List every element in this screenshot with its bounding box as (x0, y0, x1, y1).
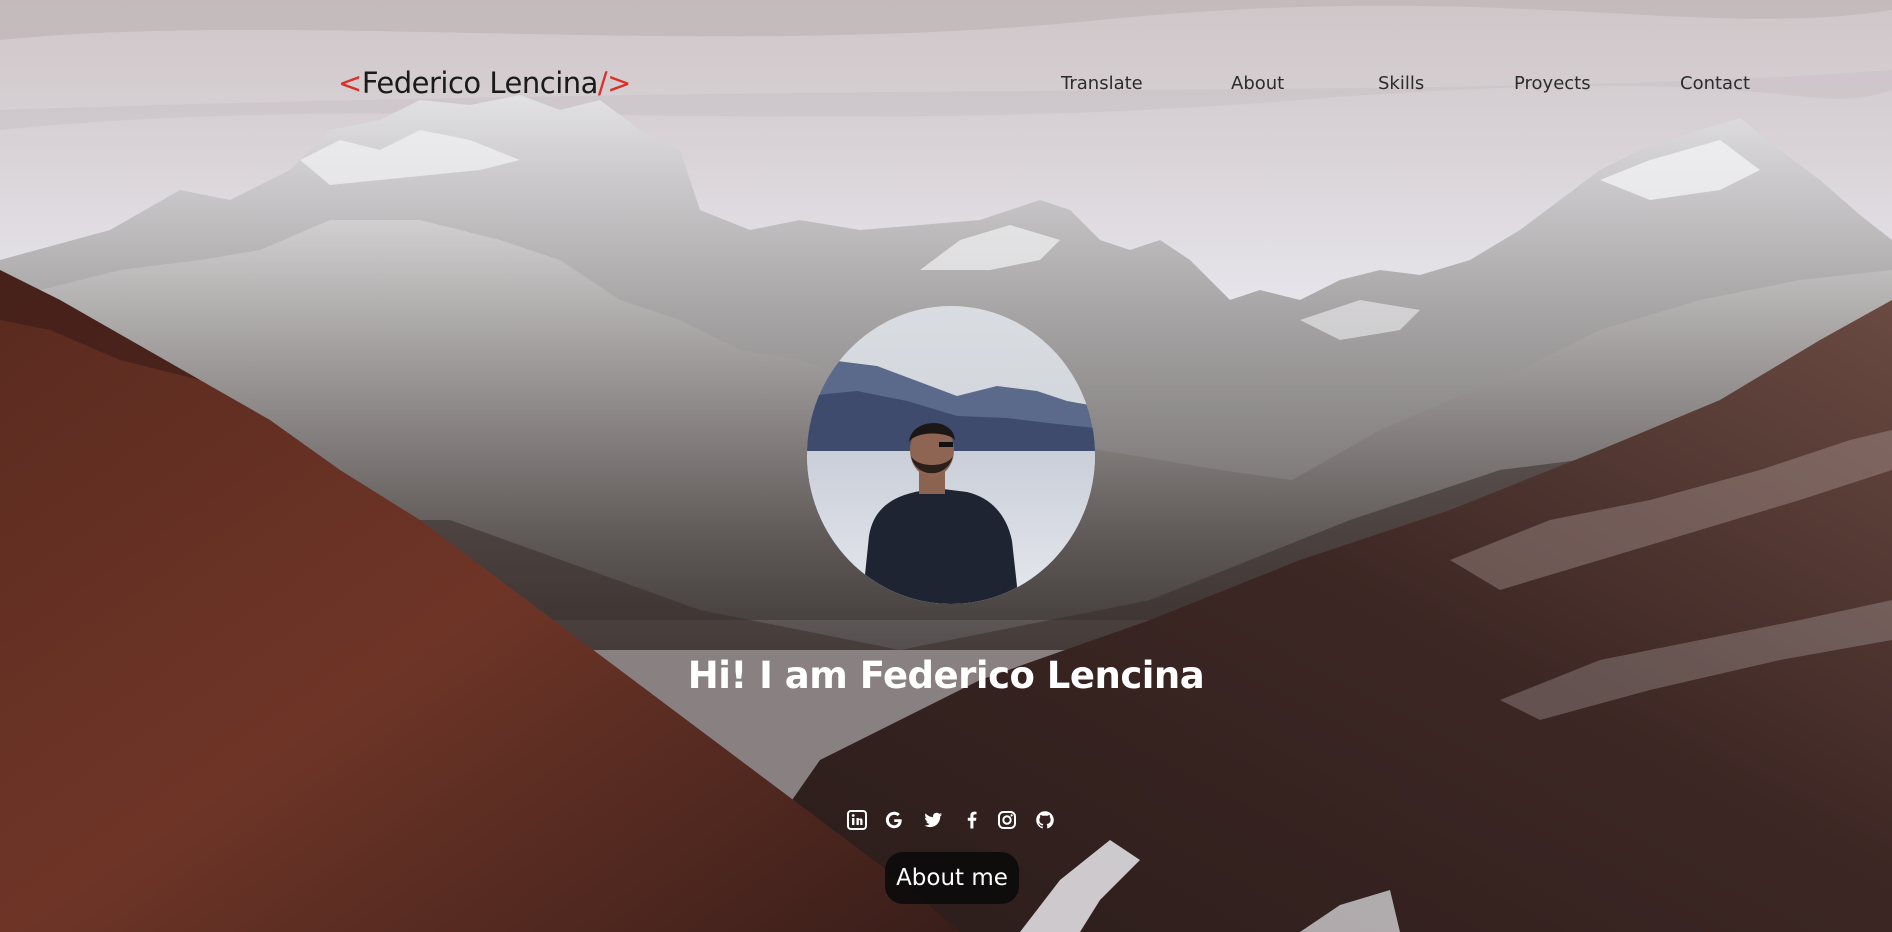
google-icon[interactable] (883, 809, 905, 831)
github-icon[interactable] (1034, 809, 1056, 831)
social-links (0, 809, 1892, 835)
main-nav: Translate About Skills Proyects Contact (0, 73, 1892, 103)
facebook-icon[interactable] (961, 809, 983, 831)
about-me-button[interactable]: About me (885, 852, 1019, 904)
nav-proyects[interactable]: Proyects (1514, 73, 1591, 94)
hero-section: <Federico Lencina/> Translate About Skil… (0, 0, 1892, 932)
twitter-icon[interactable] (922, 809, 944, 831)
nav-skills[interactable]: Skills (1378, 73, 1424, 94)
profile-avatar (807, 306, 1095, 604)
hero-headline: Hi! I am Federico Lencina (687, 654, 1205, 697)
linkedin-icon[interactable] (846, 809, 868, 831)
instagram-icon[interactable] (996, 809, 1018, 831)
nav-about[interactable]: About (1231, 73, 1284, 94)
nav-contact[interactable]: Contact (1680, 73, 1750, 94)
nav-translate[interactable]: Translate (1061, 73, 1143, 94)
